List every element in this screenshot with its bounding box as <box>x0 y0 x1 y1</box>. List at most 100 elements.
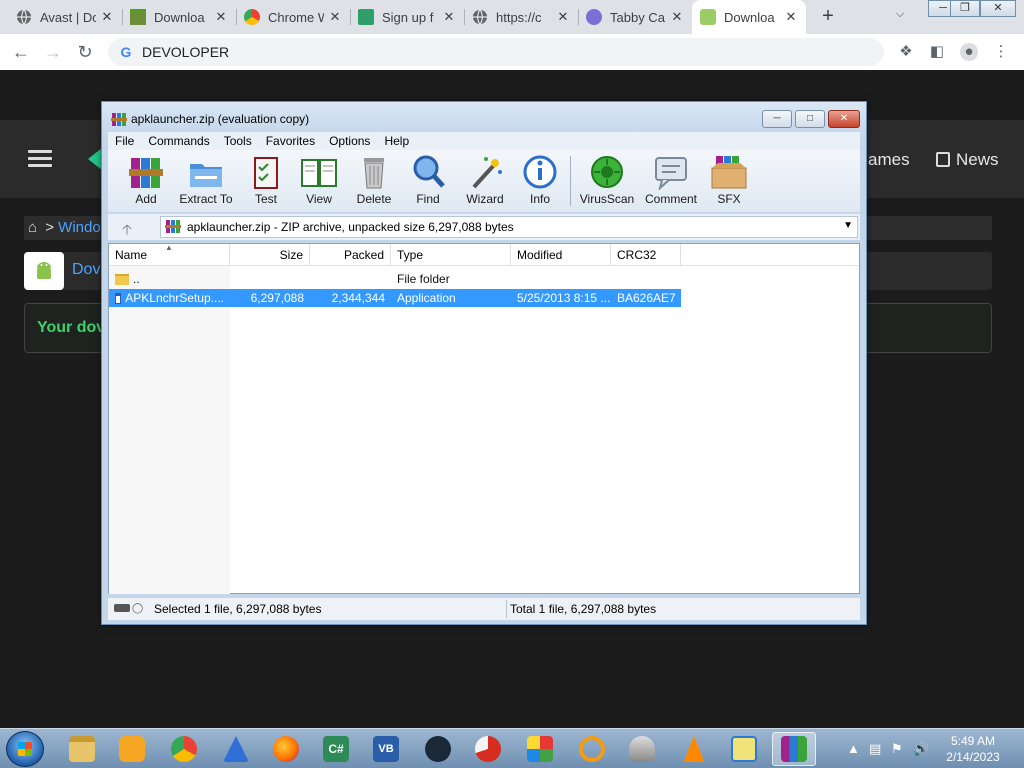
tab-close-icon[interactable]: ✕ <box>100 9 114 25</box>
csharp-icon[interactable]: C# <box>314 732 358 766</box>
visual-basic-icon[interactable]: VB <box>364 732 408 766</box>
browser-tab-5[interactable]: https://c ✕ <box>464 0 578 34</box>
ccleaner-icon[interactable] <box>466 732 510 766</box>
add-button[interactable]: Add <box>120 154 172 212</box>
nav-news-link[interactable]: News <box>936 150 999 170</box>
chrome-menu-icon[interactable]: ⋮ <box>992 43 1010 61</box>
winrar-maximize-button[interactable]: □ <box>795 110 825 128</box>
steam-icon[interactable] <box>416 732 460 766</box>
sail-app-icon[interactable] <box>214 732 258 766</box>
browser-tab-6[interactable]: Tabby Ca ✕ <box>578 0 692 34</box>
tab-close-icon[interactable]: ✕ <box>556 9 570 25</box>
tab-search-icon[interactable]: ⌵ <box>896 8 904 21</box>
breadcrumb-windows-link[interactable]: Windo <box>58 219 101 236</box>
show-hidden-icons-icon[interactable]: ▲ <box>847 741 860 756</box>
browser-tab-2[interactable]: Downloa ✕ <box>122 0 236 34</box>
browser-tab-4[interactable]: Sign up f ✕ <box>350 0 464 34</box>
menu-tools[interactable]: Tools <box>217 134 259 148</box>
profile-avatar-icon[interactable]: ● <box>960 43 978 61</box>
tab-title: https://c <box>496 9 542 25</box>
address-text[interactable]: DEVOLOPER <box>142 44 229 60</box>
tab-title: Chrome W <box>268 9 324 25</box>
winrar-taskbar-icon[interactable] <box>772 732 816 766</box>
column-header-packed[interactable]: Packed <box>310 244 391 266</box>
address-bar[interactable]: G DEVOLOPER <box>108 38 884 66</box>
reload-icon[interactable]: ↻ <box>74 41 96 63</box>
column-header-size[interactable]: Size <box>230 244 310 266</box>
virusscan-button[interactable]: VirusScan <box>578 154 636 212</box>
column-header-name[interactable]: ▲ Name <box>109 243 230 266</box>
winrar-title: apklauncher.zip (evaluation copy) <box>131 112 310 126</box>
explorer-icon[interactable] <box>60 732 104 766</box>
extract-to-button[interactable]: Extract To <box>176 154 236 212</box>
browser-tab-1[interactable]: Avast | Do ✕ <box>8 0 122 34</box>
new-tab-button[interactable]: + <box>816 4 840 28</box>
menu-favorites[interactable]: Favorites <box>259 134 322 148</box>
search-tool-icon[interactable] <box>570 732 614 766</box>
wizard-button[interactable]: Wizard <box>462 154 508 212</box>
menu-commands[interactable]: Commands <box>141 134 216 148</box>
system-clock[interactable]: 5:49 AM 2/14/2023 <box>930 733 1016 765</box>
add-label: Add <box>135 192 157 206</box>
winrar-close-button[interactable]: ✕ <box>828 110 860 128</box>
browser-tab-7-active[interactable]: Downloa ✕ <box>692 0 806 34</box>
winrar-minimize-button[interactable]: ─ <box>762 110 792 128</box>
maximize-window-button[interactable]: ❐ <box>950 0 980 17</box>
menu-options[interactable]: Options <box>322 134 377 148</box>
delete-button[interactable]: Delete <box>352 154 396 212</box>
firefox-icon[interactable] <box>264 732 308 766</box>
home-icon[interactable]: ⌂ <box>28 219 37 236</box>
clock-time: 5:49 AM <box>950 734 996 748</box>
app-title-link[interactable]: Dov <box>72 261 100 279</box>
column-header-crc32[interactable]: CRC32 <box>611 244 681 266</box>
network-icon[interactable]: ▤ <box>869 741 881 757</box>
chrome-icon[interactable] <box>162 732 206 766</box>
close-window-button[interactable]: ✕ <box>980 0 1016 17</box>
winrar-menubar: File Commands Tools Favorites Options He… <box>108 132 860 150</box>
drive-icon[interactable] <box>114 604 130 612</box>
table-row-parent-folder[interactable]: .. File folder <box>109 270 681 288</box>
table-row-selected-file[interactable]: APKLnchrSetup.... 6,297,088 2,344,344 Ap… <box>109 289 681 307</box>
vlc-icon[interactable] <box>672 732 716 766</box>
tab-close-icon[interactable]: ✕ <box>784 9 798 25</box>
media-player-icon[interactable] <box>110 732 154 766</box>
key-icon[interactable]: ◯ <box>132 603 143 614</box>
menu-file[interactable]: File <box>108 134 141 148</box>
tab-close-icon[interactable]: ✕ <box>328 9 342 25</box>
dropdown-arrow-icon[interactable]: ▼ <box>843 220 853 231</box>
extract-to-label: Extract To <box>179 192 233 206</box>
tab-close-icon[interactable]: ✕ <box>214 9 228 25</box>
extensions-puzzle-icon[interactable]: ❖ <box>897 43 915 61</box>
winrar-toolbar: Add Extract To Test View Delete Find Wiz… <box>108 150 860 212</box>
tab-title: Downloa <box>724 9 775 25</box>
forward-arrow-icon[interactable]: → <box>42 41 64 63</box>
column-header-modified[interactable]: Modified <box>511 244 611 266</box>
test-button[interactable]: Test <box>244 154 288 212</box>
hamburger-menu-icon[interactable] <box>28 150 52 168</box>
find-button[interactable]: Find <box>408 154 448 212</box>
view-button[interactable]: View <box>296 154 342 212</box>
volume-icon[interactable]: 🔊 <box>913 741 929 757</box>
winrar-titlebar[interactable]: apklauncher.zip (evaluation copy) ─ □ ✕ <box>102 102 866 136</box>
comment-button[interactable]: Comment <box>640 154 702 212</box>
winrar-green-icon[interactable] <box>518 732 562 766</box>
menu-help[interactable]: Help <box>377 134 416 148</box>
back-arrow-icon[interactable]: ← <box>10 41 32 63</box>
info-button[interactable]: Info <box>520 154 560 212</box>
comment-icon <box>652 154 690 191</box>
nav-games-link[interactable]: ames <box>868 150 910 170</box>
notepad-check-icon[interactable] <box>722 732 766 766</box>
tab-close-icon[interactable]: ✕ <box>670 9 684 25</box>
tab-close-icon[interactable]: ✕ <box>442 9 456 25</box>
sfx-button[interactable]: SFX <box>708 154 750 212</box>
up-folder-arrow-icon[interactable]: 🡡 <box>122 219 132 243</box>
action-center-flag-icon[interactable]: ⚑ <box>891 741 903 757</box>
start-button[interactable] <box>6 731 44 767</box>
archive-path-dropdown[interactable]: apklauncher.zip - ZIP archive, unpacked … <box>160 216 858 238</box>
site-logo[interactable] <box>88 148 102 170</box>
pro-drive-icon[interactable] <box>620 732 664 766</box>
browser-tab-3[interactable]: Chrome W ✕ <box>236 0 350 34</box>
column-header-type[interactable]: Type <box>391 244 511 266</box>
nav-news-label: News <box>956 150 999 169</box>
side-panel-icon[interactable]: ◧ <box>928 43 946 61</box>
